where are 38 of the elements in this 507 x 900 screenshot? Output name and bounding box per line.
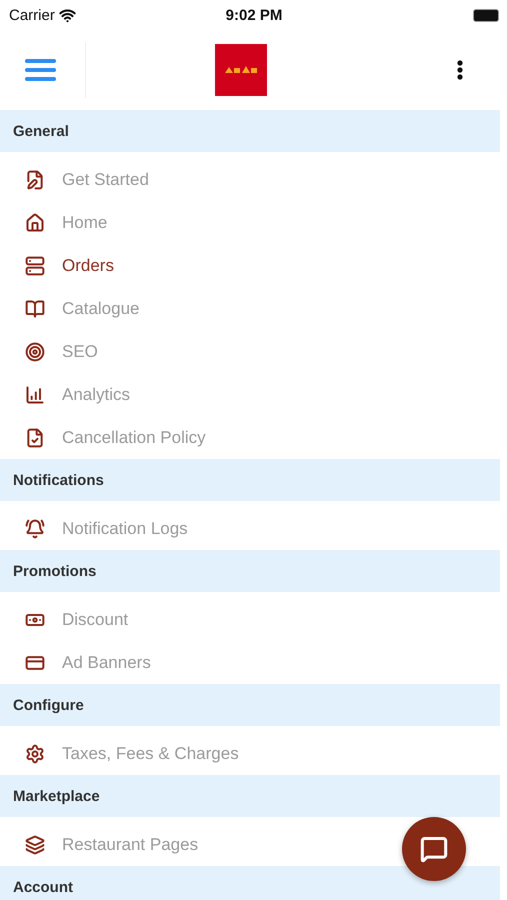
bell-icon	[25, 518, 45, 538]
chat-icon	[420, 835, 448, 863]
menu-item[interactable]: Notification Logs	[62, 518, 188, 538]
carrier-name: Carrier	[9, 6, 55, 24]
section-title: Account	[13, 878, 73, 896]
section-title: Marketplace	[13, 788, 100, 804]
wifi-icon	[58, 6, 76, 24]
section-title: Promotions	[13, 562, 96, 580]
menu-item[interactable]: Orders	[62, 256, 114, 276]
target-icon	[25, 342, 45, 362]
book-icon	[25, 298, 45, 318]
bar-chart-icon	[25, 384, 45, 404]
menu-item[interactable]: Home	[62, 212, 108, 232]
more-icon	[457, 60, 463, 80]
section-title: Configure	[13, 696, 84, 714]
home-icon	[25, 212, 45, 232]
menu-item[interactable]: Ad Banners	[62, 652, 151, 672]
section-title: General	[13, 122, 69, 140]
layers-icon	[25, 834, 45, 854]
chat-button[interactable]	[402, 817, 466, 881]
menu-item[interactable]: Get Started	[62, 170, 149, 190]
menu-item[interactable]: SEO	[62, 342, 98, 362]
settings-icon	[25, 744, 45, 764]
logo-icon	[215, 44, 267, 96]
more-options-button[interactable]	[457, 60, 463, 80]
battery-icon	[472, 8, 499, 22]
menu-item[interactable]: Taxes, Fees & Charges	[62, 744, 239, 764]
menu-item[interactable]: Catalogue	[62, 298, 140, 318]
menu-item[interactable]: Analytics	[62, 384, 130, 404]
menu-item[interactable]: Discount	[62, 610, 128, 630]
clock-time: 9:02 PM	[226, 6, 282, 24]
menu-item[interactable]: Cancellation Policy	[62, 428, 206, 448]
server-icon	[25, 256, 45, 276]
file-edit-icon	[25, 170, 45, 190]
menu-item[interactable]: Restaurant Pages	[62, 834, 198, 854]
menu-button[interactable]	[25, 57, 56, 83]
file-check-icon	[25, 428, 45, 448]
section-title: Notifications	[13, 472, 104, 488]
